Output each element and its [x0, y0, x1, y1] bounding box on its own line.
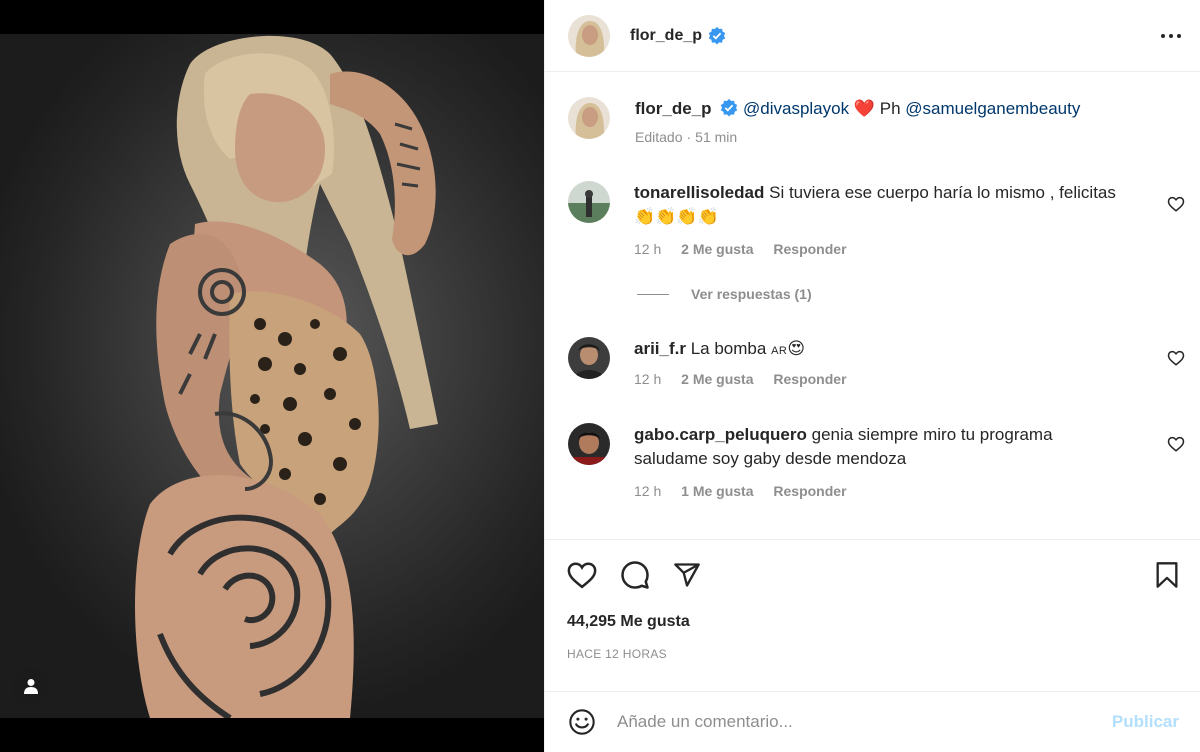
comment-username[interactable]: tonarellisoledad: [634, 183, 764, 202]
comment-like-heart-icon[interactable]: [1167, 435, 1185, 453]
like-button[interactable]: [566, 559, 598, 591]
comment-username[interactable]: arii_f.r: [634, 339, 686, 358]
comment-emoji: 😍: [787, 339, 806, 358]
comment-likes[interactable]: 2 Me gusta: [681, 241, 753, 257]
view-replies-line: [637, 293, 669, 295]
comment-item: arii_f.r La bomba AR😍 12 h 2 Me gusta Re…: [568, 337, 863, 387]
verified-badge-icon: [721, 99, 738, 117]
author-avatar[interactable]: [568, 14, 610, 57]
save-button[interactable]: [1151, 559, 1183, 591]
instagram-post-modal: flor_de_p flor_de_p @divasplayok ❤️ Ph @…: [0, 0, 1200, 752]
comments-section: flor_de_p @divasplayok ❤️ Ph @samuelgane…: [545, 73, 1200, 540]
comment-input[interactable]: [617, 712, 1087, 732]
reply-button[interactable]: Responder: [773, 371, 846, 387]
comment-icon: [621, 561, 649, 589]
comment-text: tonarellisoledad Si tuviera ese cuerpo h…: [634, 181, 1154, 205]
heart-icon: [567, 562, 597, 589]
comment-avatar-image: [568, 423, 610, 465]
bookmark-icon: [1156, 562, 1178, 588]
caption-heart-emoji: ❤️: [853, 99, 875, 118]
comment-item: tonarellisoledad Si tuviera ese cuerpo h…: [568, 181, 1154, 257]
caption-time[interactable]: 51 min: [695, 129, 737, 145]
more-options-button[interactable]: [1157, 22, 1185, 50]
comment-body: La bomba: [690, 339, 767, 358]
comment-like-heart-icon[interactable]: [1167, 195, 1185, 213]
comment-meta: 12 h 2 Me gusta Responder: [634, 371, 863, 387]
comment-body-line2: saludame soy gaby desde mendoza: [634, 449, 907, 468]
comment-meta: 12 h 1 Me gusta Responder: [634, 483, 1053, 499]
comment-avatar[interactable]: [568, 423, 610, 465]
comment-time[interactable]: 12 h: [634, 371, 661, 387]
comment-emoji-line: 👏👏👏👏: [634, 207, 719, 226]
comment-composer: Publicar: [545, 691, 1200, 752]
reply-button[interactable]: Responder: [773, 483, 846, 499]
caption-meta: Editado · 51 min: [635, 129, 1080, 145]
caption-text-ph: Ph: [879, 99, 901, 118]
caption-separator: ·: [686, 129, 692, 145]
caption-mention-divasplayok[interactable]: @divasplayok: [743, 99, 849, 118]
caption-text: flor_de_p @divasplayok ❤️ Ph @samuelgane…: [635, 97, 1080, 121]
comment-like-heart-icon[interactable]: [1167, 349, 1185, 367]
comment-body: genia siempre miro tu programa: [811, 425, 1053, 444]
caption-mention-samuelganembeauty[interactable]: @samuelganembeauty: [905, 99, 1080, 118]
like-count[interactable]: 44,295 Me gusta: [567, 613, 690, 631]
more-icon: [1161, 34, 1181, 38]
reply-button[interactable]: Responder: [773, 241, 846, 257]
comment-avatar-image: [568, 181, 610, 223]
post-timestamp[interactable]: HACE 12 HORAS: [567, 647, 667, 661]
comment-likes[interactable]: 2 Me gusta: [681, 371, 753, 387]
post-media: [0, 0, 544, 752]
comment-flag: AR: [771, 345, 788, 357]
comment-button[interactable]: [619, 559, 651, 591]
post-details-panel: flor_de_p flor_de_p @divasplayok ❤️ Ph @…: [544, 0, 1200, 752]
author-username[interactable]: flor_de_p: [630, 27, 702, 45]
post-photo[interactable]: [0, 34, 544, 718]
comment-likes[interactable]: 1 Me gusta: [681, 483, 753, 499]
emoji-icon: [569, 709, 595, 735]
view-replies-label: Ver respuestas (1): [691, 286, 812, 302]
comment-item: gabo.carp_peluquero genia siempre miro t…: [568, 423, 1053, 499]
author-avatar-image: [568, 14, 610, 57]
emoji-button[interactable]: [567, 707, 597, 737]
user-tag-icon: [24, 679, 38, 694]
comment-avatar[interactable]: [568, 181, 610, 223]
comment-body: Si tuviera ese cuerpo haría lo mismo , f…: [769, 183, 1116, 202]
caption-avatar[interactable]: [568, 97, 610, 139]
photo-illustration: [135, 35, 438, 718]
comment-time[interactable]: 12 h: [634, 241, 661, 257]
tagged-users-button[interactable]: [13, 668, 49, 704]
caption: flor_de_p @divasplayok ❤️ Ph @samuelgane…: [568, 97, 1080, 145]
comment-username[interactable]: gabo.carp_peluquero: [634, 425, 807, 444]
comment-time[interactable]: 12 h: [634, 483, 661, 499]
post-header: flor_de_p: [545, 0, 1200, 72]
caption-avatar-image: [568, 97, 610, 139]
share-button[interactable]: [671, 559, 703, 591]
publish-button[interactable]: Publicar: [1112, 712, 1179, 732]
comment-text: arii_f.r La bomba AR😍: [634, 337, 863, 363]
caption-edited-label: Editado: [635, 129, 683, 145]
caption-username[interactable]: flor_de_p: [635, 99, 712, 118]
comment-avatar[interactable]: [568, 337, 610, 379]
view-replies-button[interactable]: Ver respuestas (1): [637, 286, 812, 302]
verified-badge-icon: [708, 26, 726, 44]
comment-avatar-image: [568, 337, 610, 379]
share-icon: [674, 563, 700, 587]
comment-meta: 12 h 2 Me gusta Responder: [634, 241, 1154, 257]
comment-text: gabo.carp_peluquero genia siempre miro t…: [634, 423, 1053, 447]
post-actions: 44,295 Me gusta HACE 12 HORAS: [545, 541, 1200, 691]
